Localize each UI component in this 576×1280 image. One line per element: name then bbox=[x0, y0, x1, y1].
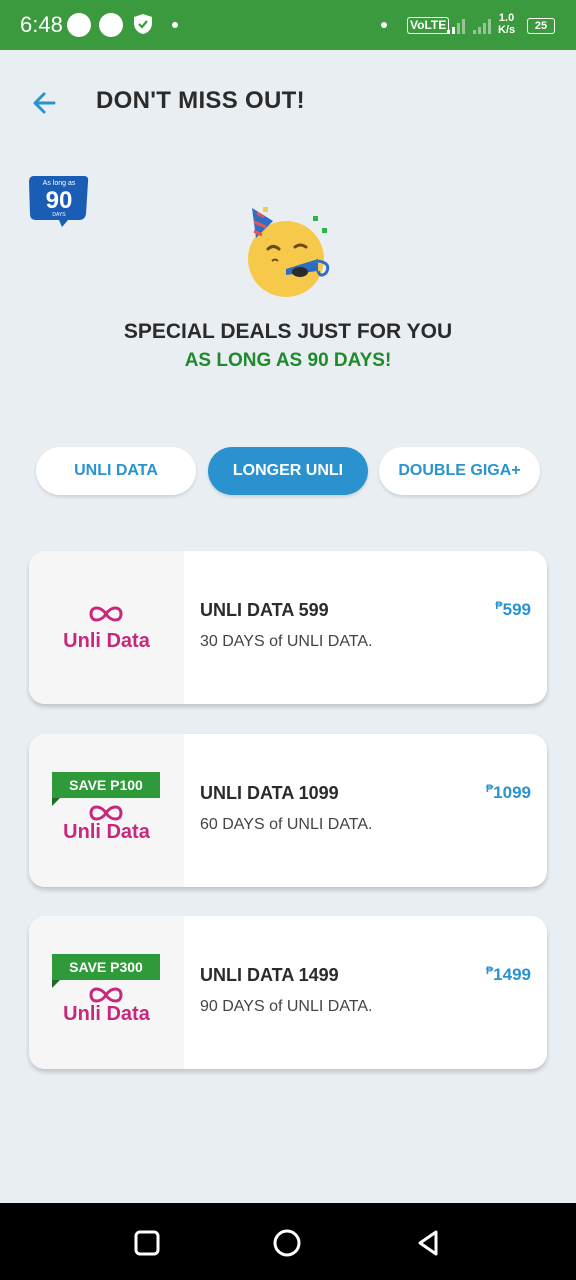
system-navigation-bar bbox=[0, 1203, 576, 1280]
offer-description: 30 DAYS of UNLI DATA. bbox=[200, 633, 373, 650]
offer-price: ₱1099 bbox=[485, 783, 531, 802]
svg-text:DAYS: DAYS bbox=[52, 212, 66, 218]
svg-text:90: 90 bbox=[46, 187, 73, 214]
infinity-icon bbox=[89, 606, 123, 622]
offer-logo-panel: Unli Data bbox=[29, 551, 184, 704]
net-speed: 1.0 K/s bbox=[498, 12, 516, 36]
offer-card-1499[interactable]: SAVE P300 Unli Data UNLI DATA 1499 90 DA… bbox=[29, 916, 547, 1069]
90-days-badge: As long as 90 DAYS bbox=[29, 176, 89, 227]
offer-name: UNLI DATA 599 bbox=[200, 600, 329, 620]
shield-icon bbox=[134, 14, 152, 34]
status-time: 6:48 bbox=[20, 12, 63, 37]
recents-square-icon[interactable] bbox=[132, 1228, 162, 1258]
battery-icon: 25 bbox=[527, 18, 555, 34]
dot-icon bbox=[381, 22, 387, 28]
offer-description: 60 DAYS of UNLI DATA. bbox=[200, 816, 373, 833]
svg-text:As long as: As long as bbox=[43, 180, 76, 187]
home-circle-icon[interactable] bbox=[272, 1228, 302, 1258]
back-triangle-icon[interactable] bbox=[414, 1228, 444, 1258]
volte-indicator: VoLTE bbox=[407, 17, 450, 34]
save-tag: SAVE P300 bbox=[52, 954, 160, 988]
tab-longer-unli[interactable]: LONGER UNLI bbox=[208, 447, 368, 495]
hero-headline: SPECIAL DEALS JUST FOR YOU bbox=[123, 320, 453, 343]
offer-name: UNLI DATA 1499 bbox=[200, 965, 339, 985]
notification-icon bbox=[67, 13, 91, 37]
party-face-icon bbox=[248, 207, 330, 297]
offer-name: UNLI DATA 1099 bbox=[200, 783, 339, 803]
dot-icon bbox=[172, 22, 178, 28]
signal-icon bbox=[447, 19, 465, 34]
hero-subheadline: AS LONG AS 90 DAYS! bbox=[184, 350, 392, 371]
offer-logo-panel: SAVE P300 Unli Data bbox=[29, 916, 184, 1069]
save-tag: SAVE P100 bbox=[52, 772, 160, 806]
offer-price: ₱1499 bbox=[485, 965, 531, 984]
status-bar: 6:48 VoLTE 1.0 K/s 25 bbox=[0, 0, 576, 50]
unli-data-logo-text: Unli Data bbox=[63, 1003, 150, 1025]
unli-data-logo-text: Unli Data bbox=[63, 821, 150, 843]
tab-double-giga[interactable]: DOUBLE GIGA+ bbox=[379, 447, 540, 495]
signal-icon bbox=[473, 19, 491, 34]
back-arrow-icon[interactable] bbox=[28, 86, 62, 120]
page-title: DON'T MISS OUT! bbox=[96, 87, 305, 114]
offer-card-1099[interactable]: SAVE P100 Unli Data UNLI DATA 1099 60 DA… bbox=[29, 734, 547, 887]
notification-icon bbox=[99, 13, 123, 37]
offer-description: 90 DAYS of UNLI DATA. bbox=[200, 998, 373, 1015]
tab-unli-data[interactable]: UNLI DATA bbox=[36, 447, 196, 495]
offer-logo-panel: SAVE P100 Unli Data bbox=[29, 734, 184, 887]
offer-price: ₱599 bbox=[495, 600, 531, 619]
unli-data-logo-text: Unli Data bbox=[63, 630, 150, 652]
offer-card-599[interactable]: Unli Data UNLI DATA 599 30 DAYS of UNLI … bbox=[29, 551, 547, 704]
